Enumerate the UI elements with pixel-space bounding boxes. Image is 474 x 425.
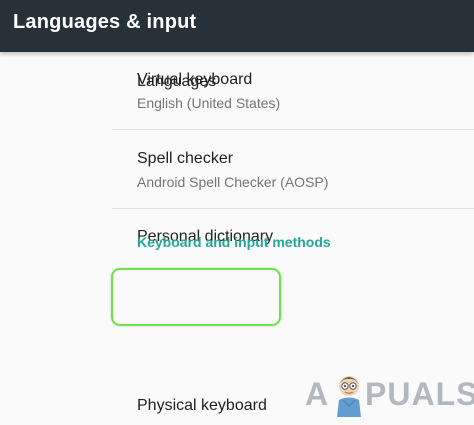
page-title: Languages & input xyxy=(13,11,197,33)
spell-checker-summary: Android Spell Checker (AOSP) xyxy=(137,174,329,190)
appuals-watermark: A PUALS xyxy=(305,372,474,422)
physical-keyboard-title: Physical keyboard xyxy=(137,397,267,414)
spell-checker-title: Spell checker xyxy=(137,150,234,167)
virtual-keyboard-title: Virtual keyboard xyxy=(137,71,253,88)
spell-checker-item[interactable]: Spell checker Android Spell Checker (AOS… xyxy=(112,130,474,207)
watermark-suffix: PUALS xyxy=(365,376,474,412)
section-header-keyboard: Keyboard and input methods xyxy=(137,234,331,250)
languages-item[interactable]: Languages English (United States) xyxy=(112,52,474,129)
languages-summary: English (United States) xyxy=(137,95,281,111)
mascot-icon xyxy=(337,376,361,417)
app-bar: Languages & input xyxy=(0,0,474,52)
watermark-prefix: A xyxy=(305,376,330,412)
highlight-outline xyxy=(111,268,281,326)
